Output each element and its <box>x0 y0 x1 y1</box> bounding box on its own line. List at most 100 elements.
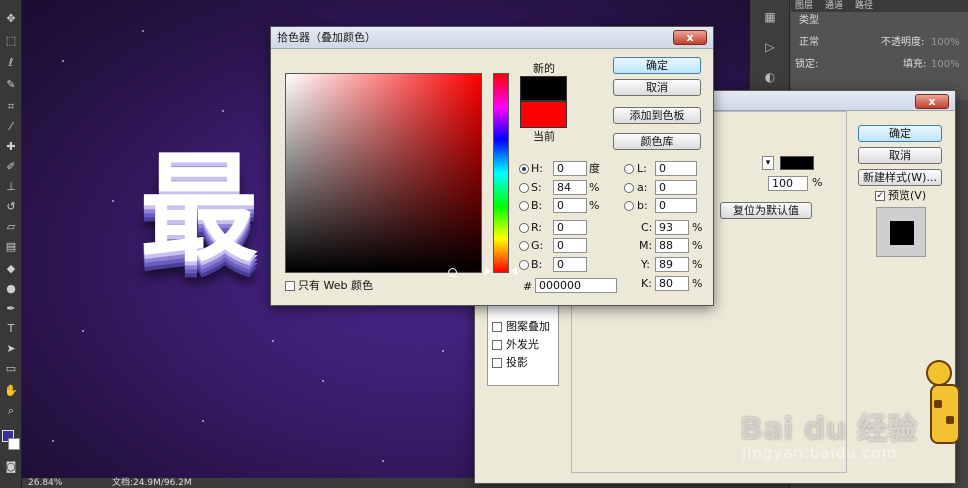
quick-mask-icon[interactable]: ◙ <box>3 460 19 474</box>
pen-tool-icon[interactable]: ✒ <box>3 302 19 316</box>
brightness-field[interactable]: 0 <box>553 198 587 213</box>
style-preview-swatch <box>890 221 914 245</box>
current-color-preview[interactable] <box>520 101 567 128</box>
saturation-field[interactable]: 84 <box>553 180 587 195</box>
blend-mode-select[interactable]: 正常 <box>799 37 819 48</box>
preview-checkbox-label[interactable]: ✓ 预览(V) <box>875 189 926 203</box>
cancel-button[interactable]: 取消 <box>613 79 701 96</box>
opacity-value[interactable]: 100% <box>931 34 960 52</box>
color-libraries-button[interactable]: 颜色库 <box>613 133 701 150</box>
add-to-swatches-button[interactable]: 添加到色板 <box>613 107 701 124</box>
background-color-swatch[interactable] <box>8 438 20 450</box>
black-field[interactable]: 80 <box>655 276 689 291</box>
hue-field[interactable]: 0 <box>553 161 587 176</box>
saturation-unit: % <box>589 181 600 194</box>
brightness-label: B: <box>531 199 543 212</box>
magenta-field[interactable]: 88 <box>655 238 689 253</box>
overlay-color-swatch[interactable] <box>780 156 814 170</box>
hue-slider-right-arrow-icon[interactable] <box>511 267 517 275</box>
blue-field[interactable]: 0 <box>553 257 587 272</box>
lock-row: 锁定: 填充: 100% <box>791 56 968 74</box>
magenta-label: M: <box>639 239 653 252</box>
style-item-outer-glow[interactable]: 外发光 <box>492 337 539 353</box>
zoom-tool-icon[interactable]: ⌕ <box>3 404 19 418</box>
style-item-pattern[interactable]: 图案叠加 <box>492 319 550 335</box>
cyan-field[interactable]: 93 <box>655 220 689 235</box>
close-button[interactable]: x <box>673 30 707 45</box>
lab-a-field[interactable]: 0 <box>655 180 697 195</box>
zoom-level[interactable]: 26.84% <box>28 478 62 488</box>
reset-default-button[interactable]: 复位为默认值 <box>720 202 812 219</box>
history-brush-icon[interactable]: ↺ <box>3 200 19 214</box>
tab-channels[interactable]: 通道 <box>821 0 847 12</box>
layers-tabs: 图层 通道 路径 <box>791 0 968 12</box>
web-colors-label[interactable]: 只有 Web 颜色 <box>298 279 373 293</box>
lab-b-field[interactable]: 0 <box>655 198 697 213</box>
hue-radio[interactable] <box>519 164 529 174</box>
saturation-label: S: <box>531 181 542 194</box>
dodge-tool-icon[interactable]: ● <box>3 282 19 296</box>
crop-tool-icon[interactable]: ⌗ <box>3 100 19 114</box>
lab-l-radio[interactable] <box>624 164 634 174</box>
yellow-unit: % <box>692 258 703 271</box>
hand-tool-icon[interactable]: ✋ <box>3 384 19 398</box>
blur-tool-icon[interactable]: ◆ <box>3 262 19 276</box>
giraffe-mascot-icon <box>920 350 966 450</box>
web-colors-checkbox[interactable] <box>285 281 295 291</box>
hue-unit: 度 <box>589 162 600 175</box>
actions-panel-icon[interactable]: ▷ <box>762 40 778 54</box>
saturation-brightness-field[interactable] <box>285 73 482 277</box>
eyedropper-tool-icon[interactable]: ⁄ <box>3 120 19 134</box>
lock-label: 锁定: <box>795 59 819 70</box>
blue-radio[interactable] <box>519 260 529 270</box>
history-panel-icon[interactable]: ▦ <box>762 10 778 24</box>
lasso-tool-icon[interactable]: ℓ <box>3 56 19 70</box>
fill-value[interactable]: 100% <box>931 56 960 74</box>
brush-tool-icon[interactable]: ✐ <box>3 160 19 174</box>
hue-slider[interactable] <box>493 73 509 273</box>
red-radio[interactable] <box>519 223 529 233</box>
color-picker-dialog: 拾色器（叠加颜色） x 新的 当前 确定 取消 添加到色板 颜色库 H: 0 度… <box>270 26 714 306</box>
healing-tool-icon[interactable]: ✚ <box>3 140 19 154</box>
stamp-tool-icon[interactable]: ⊥ <box>3 180 19 194</box>
dropdown-arrow-icon[interactable]: ▾ <box>762 156 774 170</box>
style-item-drop-shadow[interactable]: 投影 <box>492 355 528 371</box>
lab-l-field[interactable]: 0 <box>655 161 697 176</box>
new-style-button[interactable]: 新建样式(W)... <box>858 169 942 186</box>
hex-field[interactable]: 000000 <box>535 278 617 293</box>
marquee-tool-icon[interactable]: ⬚ <box>3 34 19 48</box>
ok-button[interactable]: 确定 <box>613 57 701 74</box>
baidu-watermark-url: jingyan.baidu.com <box>742 444 898 462</box>
saturation-radio[interactable] <box>519 183 529 193</box>
tab-layers[interactable]: 图层 <box>791 0 817 12</box>
lab-a-label: a: <box>637 181 648 194</box>
quick-select-tool-icon[interactable]: ✎ <box>3 78 19 92</box>
filter-kind-label: 类型 <box>799 15 819 26</box>
brightness-radio[interactable] <box>519 201 529 211</box>
color-cursor-icon[interactable] <box>448 268 457 277</box>
green-radio[interactable] <box>519 241 529 251</box>
layer-style-cancel-button[interactable]: 取消 <box>858 147 942 164</box>
hue-slider-left-arrow-icon[interactable] <box>485 267 491 275</box>
adjustments-panel-icon[interactable]: ◐ <box>762 70 778 84</box>
shape-tool-icon[interactable]: ▭ <box>3 362 19 376</box>
layer-kind-filter[interactable]: 类型 <box>791 12 968 30</box>
red-field[interactable]: 0 <box>553 220 587 235</box>
current-color-label: 当前 <box>533 130 555 143</box>
lab-a-radio[interactable] <box>624 183 634 193</box>
eraser-tool-icon[interactable]: ▱ <box>3 220 19 234</box>
layer-style-close-button[interactable]: x <box>915 94 949 109</box>
gradient-tool-icon[interactable]: ▤ <box>3 240 19 254</box>
lab-b-radio[interactable] <box>624 201 634 211</box>
yellow-field[interactable]: 89 <box>655 257 689 272</box>
path-select-icon[interactable]: ➤ <box>3 342 19 356</box>
opacity-field[interactable]: 100 <box>768 176 808 191</box>
layers-panel: 图层 通道 路径 类型 正常 不透明度: 100% 锁定: 填充: 100% <box>791 0 968 100</box>
type-tool-icon[interactable]: T <box>3 322 19 336</box>
hue-label: H: <box>531 162 543 175</box>
green-field[interactable]: 0 <box>553 238 587 253</box>
close-icon: x <box>686 31 694 44</box>
move-tool-icon[interactable]: ✥ <box>3 12 19 26</box>
tab-paths[interactable]: 路径 <box>851 0 877 12</box>
layer-style-ok-button[interactable]: 确定 <box>858 125 942 142</box>
